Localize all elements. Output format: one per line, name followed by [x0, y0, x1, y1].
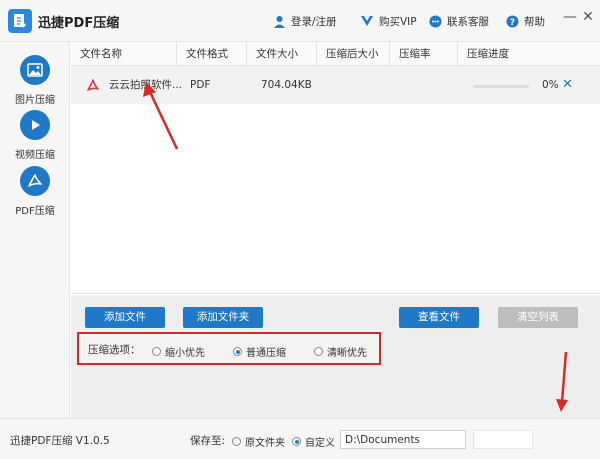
svg-text:?: ?	[509, 18, 514, 28]
option-label: 清晰优先	[327, 348, 367, 359]
view-file-button[interactable]: 查看文件	[399, 307, 479, 328]
sidebar-item-pdf-compress[interactable]: PDF压缩	[0, 166, 70, 217]
user-icon	[272, 14, 286, 28]
column-header: 压缩率	[390, 42, 458, 66]
option-label: 普通压缩	[246, 348, 286, 359]
option-label: 缩小优先	[165, 348, 205, 359]
option-normal-compress[interactable]: 普通压缩	[233, 344, 286, 359]
help-link[interactable]: ? 帮助	[505, 13, 545, 29]
save-to-label: 保存至:	[190, 435, 226, 447]
pdf-file-icon	[87, 79, 99, 92]
minimize-button[interactable]: —	[562, 9, 578, 25]
controls-panel: 添加文件 添加文件夹 查看文件 清空列表 压缩选项： 缩小优先 普通压缩 清晰优…	[71, 295, 600, 418]
file-size: 704.04KB	[261, 79, 312, 91]
sidebar-item-video-compress[interactable]: 视频压缩	[0, 110, 70, 161]
pdf-icon	[20, 166, 50, 196]
vip-icon	[360, 14, 374, 28]
table-header: 文件名称 文件格式 文件大小 压缩后大小 压缩率 压缩进度	[71, 42, 600, 66]
close-button[interactable]: ✕	[580, 9, 596, 25]
table-row[interactable]: 云云拍照软件... PDF 704.04KB 0% ✕	[71, 66, 600, 104]
compression-options: 压缩选项： 缩小优先 普通压缩 清晰优先	[77, 332, 381, 365]
save-original-folder-radio[interactable]: 原文件夹	[232, 434, 285, 449]
sidebar-item-label: PDF压缩	[15, 206, 55, 217]
image-icon	[20, 55, 50, 85]
login-link[interactable]: 登录/注册	[272, 13, 337, 29]
service-icon	[428, 14, 442, 28]
option-label: 原文件夹	[245, 438, 285, 449]
file-format: PDF	[190, 79, 211, 91]
app-logo-icon	[8, 9, 32, 33]
options-title: 压缩选项：	[88, 344, 141, 356]
radio-indicator	[233, 347, 242, 356]
radio-indicator	[314, 347, 323, 356]
vip-label: 购买VIP	[379, 15, 417, 28]
title-bar: 迅捷PDF压缩 登录/注册 购买VIP 联系客服 ? 帮助 — ✕	[0, 0, 600, 42]
version-text: 迅捷PDF压缩 V1.0.5	[10, 435, 110, 447]
column-header: 压缩后大小	[317, 42, 390, 66]
option-label: 自定义	[305, 438, 335, 449]
save-path-input[interactable]	[340, 430, 466, 449]
add-folder-button[interactable]: 添加文件夹	[183, 307, 263, 328]
sidebar-item-label: 视频压缩	[15, 150, 55, 161]
radio-indicator	[232, 437, 241, 446]
sidebar: 图片压缩 视频压缩 PDF压缩	[0, 42, 70, 418]
file-table: 文件名称 文件格式 文件大小 压缩后大小 压缩率 压缩进度 云云拍照软件... …	[71, 42, 600, 294]
remove-file-icon[interactable]: ✕	[562, 66, 573, 104]
footer-bar: 迅捷PDF压缩 V1.0.5 保存至: 原文件夹 自定义	[0, 418, 600, 459]
help-label: 帮助	[524, 15, 545, 28]
progress-percent: 0%	[542, 79, 559, 91]
column-header: 文件名称	[71, 42, 177, 66]
service-label: 联系客服	[447, 15, 489, 28]
clear-list-button[interactable]: 清空列表	[498, 307, 578, 328]
browse-button[interactable]	[473, 430, 533, 449]
column-header: 文件大小	[247, 42, 317, 66]
save-custom-radio[interactable]: 自定义	[292, 434, 335, 449]
compression-progress-bar	[473, 85, 529, 88]
add-file-button[interactable]: 添加文件	[85, 307, 165, 328]
radio-indicator	[292, 437, 301, 446]
play-icon	[20, 110, 50, 140]
column-header: 文件格式	[177, 42, 247, 66]
help-icon: ?	[505, 14, 519, 28]
sidebar-item-label: 图片压缩	[15, 95, 55, 106]
buy-vip-link[interactable]: 购买VIP	[360, 13, 417, 29]
app-title: 迅捷PDF压缩	[38, 16, 120, 31]
sidebar-item-image-compress[interactable]: 图片压缩	[0, 55, 70, 106]
file-name: 云云拍照软件...	[109, 79, 183, 91]
column-header: 压缩进度	[467, 48, 509, 60]
radio-indicator	[152, 347, 161, 356]
login-label: 登录/注册	[291, 15, 337, 28]
option-shrink-priority[interactable]: 缩小优先	[152, 344, 205, 359]
option-clarity-priority[interactable]: 清晰优先	[314, 344, 367, 359]
contact-service-link[interactable]: 联系客服	[428, 13, 489, 29]
